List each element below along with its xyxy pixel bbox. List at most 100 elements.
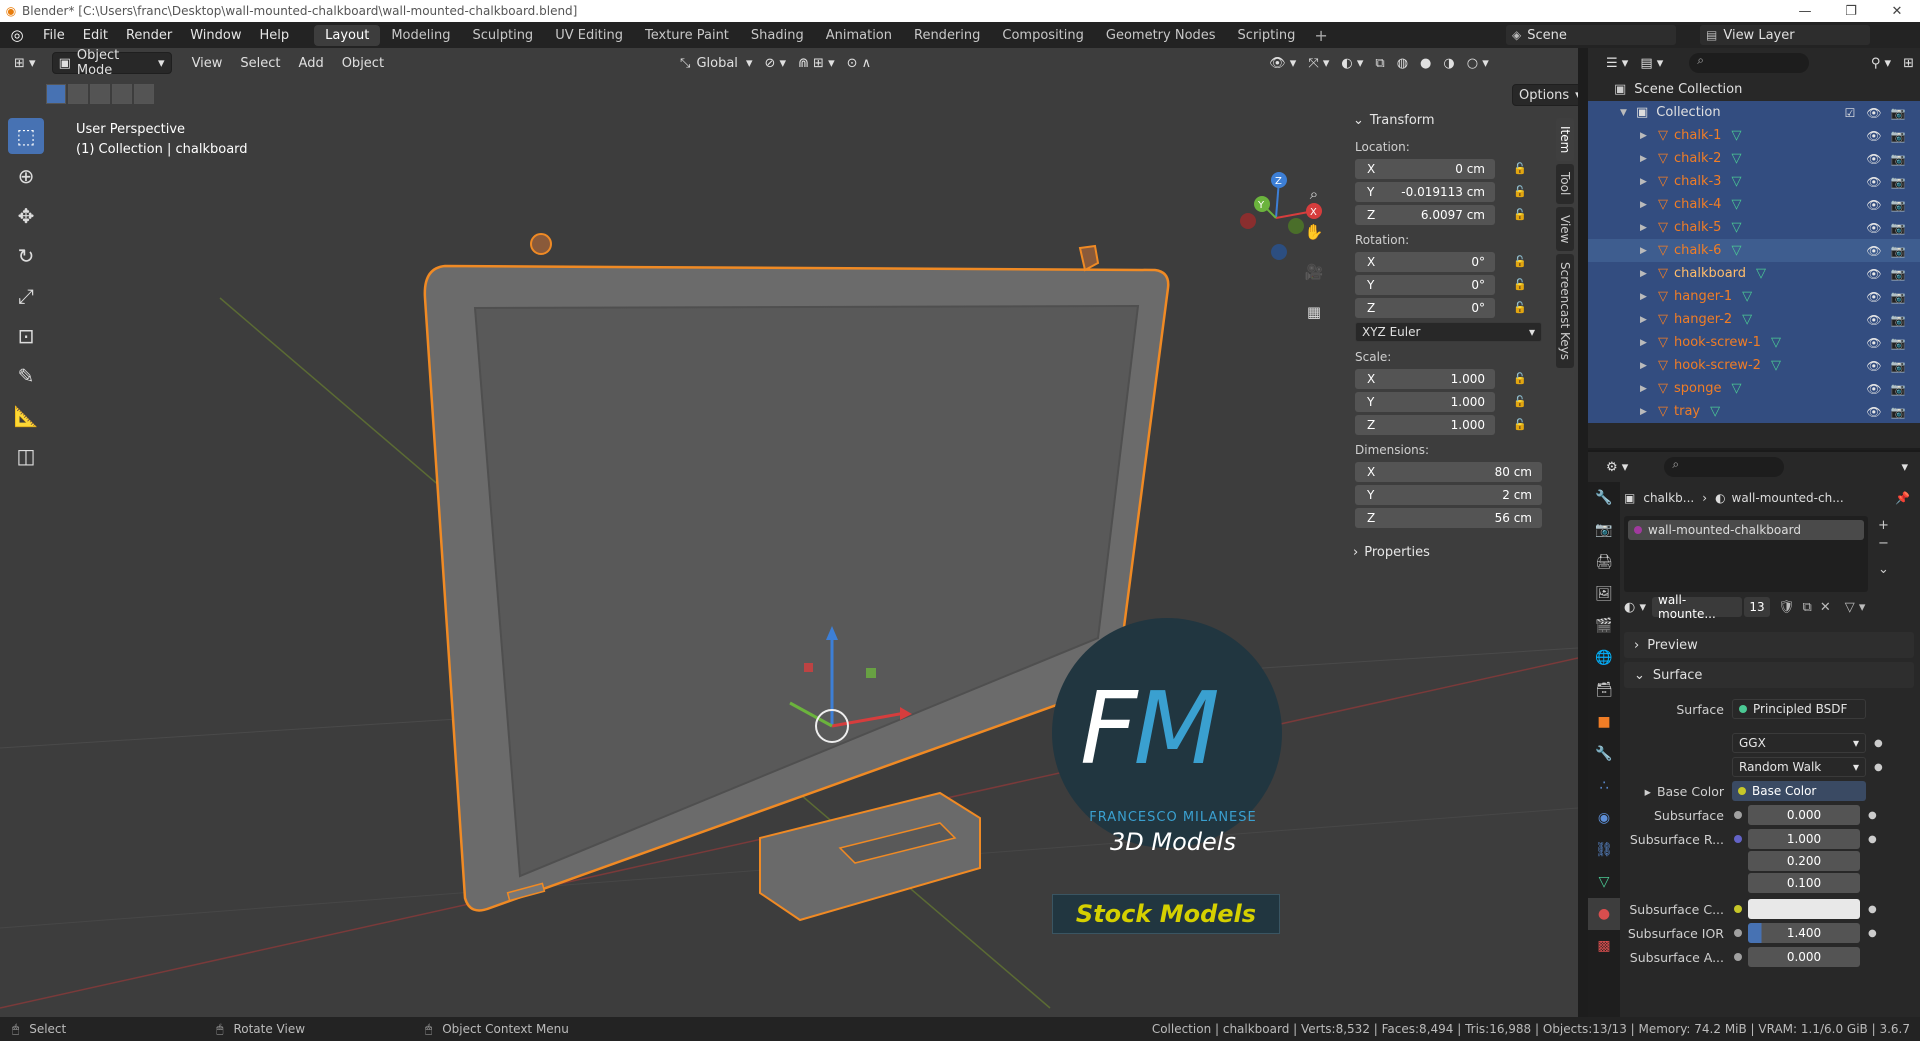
chevron-right-icon[interactable]: ▶: [1640, 131, 1652, 141]
subsurface-ior-field[interactable]: 1.400: [1748, 923, 1860, 943]
eye-icon[interactable]: 👁: [1862, 267, 1886, 281]
eye-icon[interactable]: 👁: [1862, 336, 1886, 350]
lock-icon[interactable]: 🔓: [1513, 162, 1533, 175]
chevron-right-icon[interactable]: ▶: [1640, 338, 1652, 348]
outliner-object-row[interactable]: ▶ ▽ sponge ▽ 👁 📷: [1588, 377, 1920, 400]
tab-item[interactable]: Item: [1556, 118, 1574, 162]
collection-tab-icon[interactable]: 🗃: [1588, 674, 1620, 706]
tab-texture-paint[interactable]: Texture Paint: [634, 25, 740, 46]
add-slot-icon[interactable]: +: [1878, 518, 1889, 533]
eye-icon[interactable]: 👁: [1862, 175, 1886, 189]
location-x-field[interactable]: X0 cm: [1355, 158, 1495, 179]
outliner-object-row[interactable]: ▶ ▽ chalk-2 ▽ 👁 📷: [1588, 147, 1920, 170]
lock-icon[interactable]: 🔓: [1513, 372, 1533, 385]
proportional-edit-icon[interactable]: ⊙ ∧: [841, 52, 878, 74]
subsurface-radius-y-field[interactable]: 0.200: [1748, 851, 1860, 871]
menu-edit[interactable]: Edit: [74, 28, 117, 43]
outliner-object-row[interactable]: ▶ ▽ chalk-3 ▽ 👁 📷: [1588, 170, 1920, 193]
outliner-object-row[interactable]: ▶ ▽ tray ▽ 👁 📷: [1588, 400, 1920, 423]
tab-rendering[interactable]: Rendering: [903, 25, 991, 46]
subsurface-field[interactable]: 0.000: [1748, 805, 1860, 825]
measure-tool-icon[interactable]: 📐: [8, 398, 44, 434]
outliner-object-row[interactable]: ▶ ▽ chalkboard ▽ 👁 📷: [1588, 262, 1920, 285]
chevron-down-icon[interactable]: ▾: [1895, 456, 1914, 478]
shading-material-icon[interactable]: ◑: [1437, 52, 1460, 74]
eye-icon[interactable]: 👁: [1862, 313, 1886, 327]
mesh-data-icon[interactable]: ▽: [1742, 312, 1752, 327]
location-z-field[interactable]: Z 6.0097 cm: [1355, 204, 1495, 225]
chevron-right-icon[interactable]: ▶: [1640, 246, 1652, 256]
scale-x-field[interactable]: X 1.000: [1355, 368, 1495, 389]
xray-icon[interactable]: ⧉: [1369, 52, 1390, 74]
annotate-tool-icon[interactable]: ✎: [8, 358, 44, 394]
move-tool-icon[interactable]: ✥: [8, 198, 44, 234]
keyframe-dot-icon[interactable]: ●: [1874, 738, 1883, 749]
tab-modeling[interactable]: Modeling: [380, 25, 461, 46]
maximize-icon[interactable]: ❐: [1828, 4, 1874, 19]
material-name-field[interactable]: wall-mounte...: [1652, 593, 1743, 621]
view-layer-tab-icon[interactable]: 🖼: [1588, 578, 1620, 610]
chevron-right-icon[interactable]: ▶: [1640, 384, 1652, 394]
base-color-field[interactable]: Base Color: [1732, 781, 1866, 801]
keyframe-dot-icon[interactable]: ●: [1868, 904, 1877, 915]
outliner-object-row[interactable]: ▶ ▽ chalk-1 ▽ 👁 📷: [1588, 124, 1920, 147]
particles-tab-icon[interactable]: ∴: [1588, 770, 1620, 802]
subsurface-method-dropdown[interactable]: Random Walk ▾: [1732, 757, 1866, 777]
options-button[interactable]: Options ▾: [1512, 84, 1578, 106]
surface-section[interactable]: ⌄ Surface: [1624, 662, 1914, 688]
eye-icon[interactable]: 👁: [1862, 290, 1886, 304]
preview-section[interactable]: › Preview: [1624, 632, 1914, 658]
menu-view[interactable]: View: [186, 52, 229, 74]
lock-icon[interactable]: 🔓: [1513, 418, 1533, 431]
chevron-right-icon[interactable]: ▶: [1640, 200, 1652, 210]
tab-animation[interactable]: Animation: [815, 25, 903, 46]
unlink-icon[interactable]: ✕: [1820, 600, 1831, 615]
3d-viewport[interactable]: ⊞ ▾ ▣ Object Mode ▾ View Select Add Obje…: [0, 48, 1578, 1017]
scale-tool-icon[interactable]: ⤢: [8, 278, 44, 314]
zoom-icon[interactable]: ⌕: [1300, 180, 1328, 208]
mesh-data-icon[interactable]: ▽: [1731, 243, 1741, 258]
chevron-right-icon[interactable]: ▶: [1640, 407, 1652, 417]
world-tab-icon[interactable]: 🌐: [1588, 642, 1620, 674]
object-tab-icon[interactable]: ■: [1588, 706, 1620, 738]
mesh-data-icon[interactable]: ▽: [1756, 266, 1766, 281]
orientation-dropdown[interactable]: ⤡ Global ▾: [674, 52, 758, 74]
tab-geometry-nodes[interactable]: Geometry Nodes: [1095, 25, 1227, 46]
properties-editor-icon[interactable]: ⚙ ▾: [1600, 456, 1634, 478]
chevron-right-icon[interactable]: ▶: [1640, 269, 1652, 279]
user-count[interactable]: 13: [1744, 597, 1771, 617]
shading-rendered-icon[interactable]: ○ ▾: [1461, 52, 1495, 74]
transform-panel-header[interactable]: ⌄ Transform: [1347, 108, 1555, 132]
keyframe-dot-icon[interactable]: ●: [1868, 810, 1877, 821]
scene-selector[interactable]: ◈ Scene: [1506, 25, 1676, 45]
render-tab-icon[interactable]: 📷: [1588, 514, 1620, 546]
snap-icon[interactable]: ⋒ ⊞ ▾: [792, 52, 841, 74]
mesh-data-icon[interactable]: ▽: [1731, 151, 1741, 166]
lock-icon[interactable]: 🔓: [1513, 185, 1533, 198]
rotation-mode-dropdown[interactable]: XYZ Euler ▾: [1355, 322, 1542, 342]
subsurface-aniso-field[interactable]: 0.000: [1748, 947, 1860, 967]
pan-hand-icon[interactable]: ✋: [1300, 218, 1328, 246]
chevron-right-icon[interactable]: ▶: [1640, 223, 1652, 233]
mesh-data-icon[interactable]: ▽: [1710, 404, 1720, 419]
fake-user-icon[interactable]: 🛡: [1778, 600, 1795, 615]
shading-solid-icon[interactable]: ●: [1414, 52, 1437, 74]
rotate-tool-icon[interactable]: ↻: [8, 238, 44, 274]
lock-icon[interactable]: 🔓: [1513, 255, 1533, 268]
overlays-icon[interactable]: ◐ ▾: [1335, 52, 1369, 74]
filter-icon[interactable]: ⚲ ▾: [1865, 52, 1897, 74]
tab-tool[interactable]: Tool: [1556, 164, 1574, 204]
mesh-data-icon[interactable]: ▽: [1731, 381, 1741, 396]
texture-tab-icon[interactable]: ▩: [1588, 930, 1620, 962]
subsurface-radius-x-field[interactable]: 1.000: [1748, 829, 1860, 849]
mesh-data-icon[interactable]: ▽: [1731, 197, 1741, 212]
outliner-object-row[interactable]: ▶ ▽ chalk-6 ▽ 👁 📷: [1588, 239, 1920, 262]
dimensions-z-field[interactable]: Z 56 cm: [1355, 507, 1542, 528]
eye-icon[interactable]: 👁: [1862, 405, 1886, 419]
menu-add[interactable]: Add: [293, 52, 330, 74]
outliner-object-row[interactable]: ▶ ▽ hanger-1 ▽ 👁 📷: [1588, 285, 1920, 308]
lock-icon[interactable]: 🔓: [1513, 278, 1533, 291]
display-mode-icon[interactable]: ▤ ▾: [1634, 52, 1669, 74]
chevron-right-icon[interactable]: ▶: [1640, 177, 1652, 187]
tab-shading[interactable]: Shading: [740, 25, 815, 46]
